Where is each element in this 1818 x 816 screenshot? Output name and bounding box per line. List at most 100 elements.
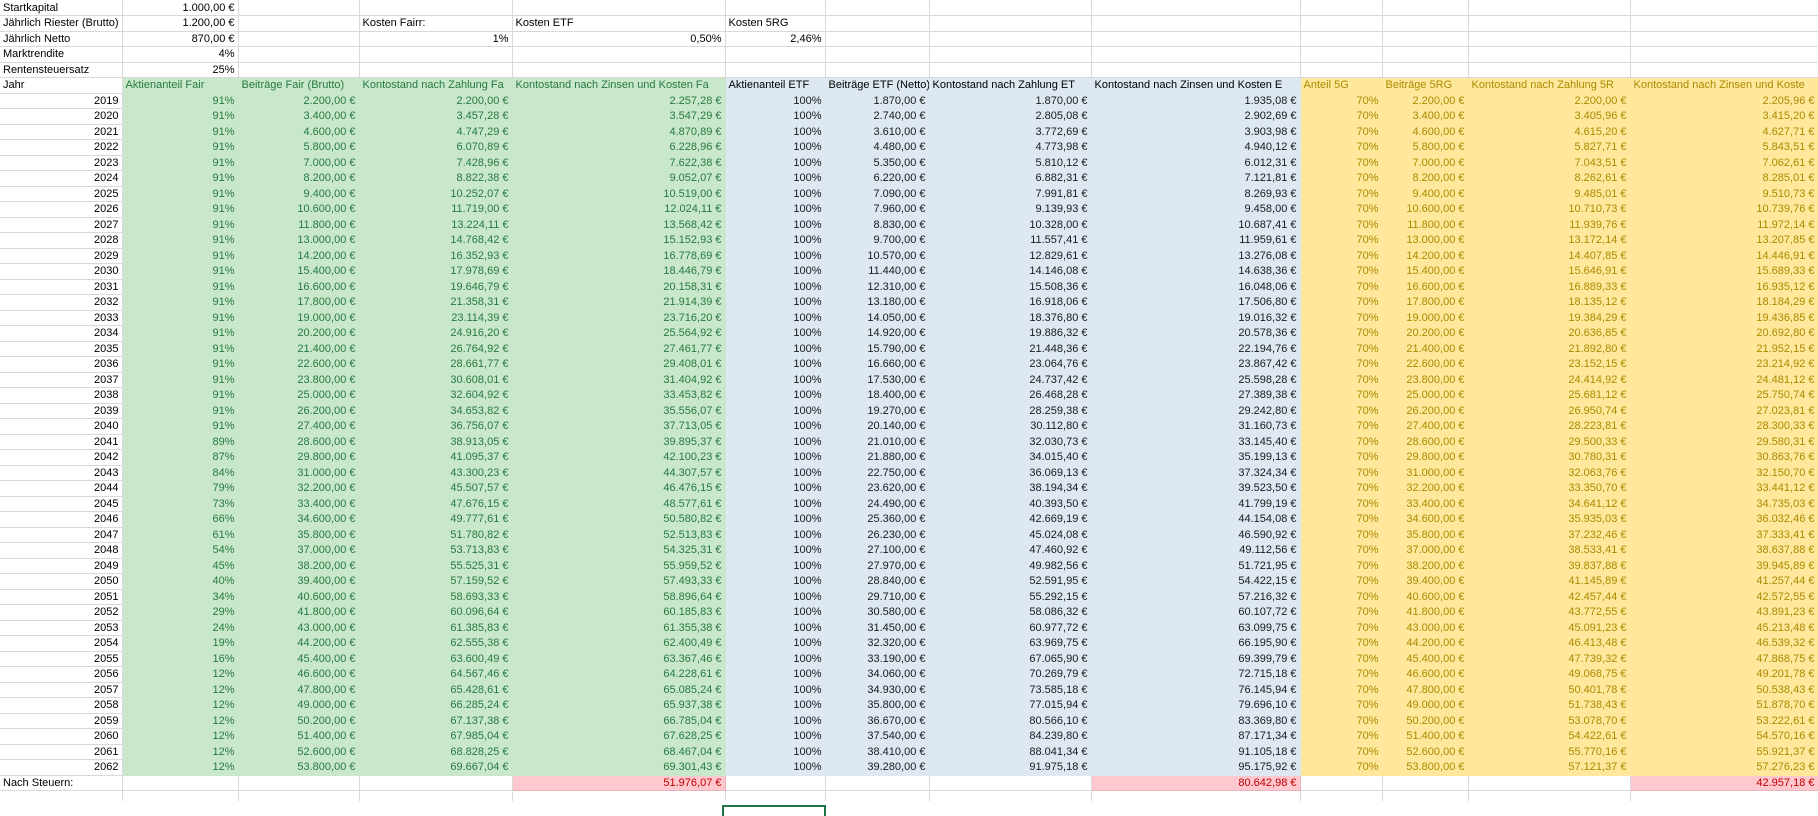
data-cell[interactable]: 29.500,33 € [1468,434,1630,450]
data-cell[interactable]: 11.800,00 € [238,217,359,233]
data-cell[interactable]: 62.555,38 € [359,636,512,652]
empty-cell[interactable] [725,0,825,16]
data-cell[interactable]: 70% [1300,667,1382,683]
data-cell[interactable]: 8.269,93 € [1091,186,1300,202]
year-cell[interactable]: 2021 [0,124,122,140]
setting-label[interactable]: Marktrendite [0,47,122,63]
data-cell[interactable]: 28.223,81 € [1468,419,1630,435]
data-cell[interactable]: 47.800,00 € [1382,682,1468,698]
data-cell[interactable]: 41.145,89 € [1468,574,1630,590]
data-cell[interactable]: 91% [122,217,238,233]
data-cell[interactable]: 8.262,61 € [1468,171,1630,187]
data-cell[interactable]: 11.440,00 € [825,264,929,280]
data-cell[interactable]: 6.012,31 € [1091,155,1300,171]
data-cell[interactable]: 91% [122,248,238,264]
year-cell[interactable]: 2025 [0,186,122,202]
empty-cell[interactable] [1630,47,1818,63]
data-cell[interactable]: 24.414,92 € [1468,372,1630,388]
data-cell[interactable]: 24.916,20 € [359,326,512,342]
empty-cell[interactable] [238,0,359,16]
data-cell[interactable]: 49.777,61 € [359,512,512,528]
data-cell[interactable]: 19.016,32 € [1091,310,1300,326]
data-cell[interactable]: 67.628,25 € [512,729,725,745]
data-cell[interactable]: 26.764,92 € [359,341,512,357]
empty-cell[interactable] [929,31,1091,47]
data-cell[interactable]: 91% [122,155,238,171]
data-cell[interactable]: 91% [122,202,238,218]
data-cell[interactable]: 91% [122,186,238,202]
data-cell[interactable]: 63.099,75 € [1091,620,1300,636]
data-cell[interactable]: 33.190,00 € [825,651,929,667]
data-cell[interactable]: 20.636,85 € [1468,326,1630,342]
data-cell[interactable]: 27.023,81 € [1630,403,1818,419]
data-cell[interactable]: 44.200,00 € [1382,636,1468,652]
data-cell[interactable]: 91% [122,310,238,326]
data-cell[interactable]: 70% [1300,636,1382,652]
data-cell[interactable]: 100% [725,543,825,559]
data-cell[interactable]: 17.978,69 € [359,264,512,280]
data-cell[interactable]: 70% [1300,264,1382,280]
header-rg-3[interactable]: Kontostand nach Zinsen und Koste [1630,78,1818,94]
empty-cell[interactable] [1468,16,1630,32]
data-cell[interactable]: 70% [1300,217,1382,233]
data-cell[interactable]: 55.770,16 € [1468,744,1630,760]
data-cell[interactable]: 70% [1300,171,1382,187]
data-cell[interactable]: 40.393,50 € [929,496,1091,512]
data-cell[interactable]: 5.827,71 € [1468,140,1630,156]
data-cell[interactable]: 23.800,00 € [238,372,359,388]
data-cell[interactable]: 43.000,00 € [238,620,359,636]
data-cell[interactable]: 12.024,11 € [512,202,725,218]
data-cell[interactable]: 52.600,00 € [1382,744,1468,760]
year-cell[interactable]: 2055 [0,651,122,667]
empty-cell[interactable] [1382,47,1468,63]
data-cell[interactable]: 70% [1300,698,1382,714]
data-cell[interactable]: 70% [1300,357,1382,373]
data-cell[interactable]: 70% [1300,93,1382,109]
data-cell[interactable]: 54.422,15 € [1091,574,1300,590]
data-cell[interactable]: 45% [122,558,238,574]
data-cell[interactable]: 100% [725,217,825,233]
data-cell[interactable]: 31.000,00 € [238,465,359,481]
data-cell[interactable]: 31.160,73 € [1091,419,1300,435]
data-cell[interactable]: 2.200,00 € [238,93,359,109]
data-cell[interactable]: 100% [725,93,825,109]
data-cell[interactable]: 16.935,12 € [1630,279,1818,295]
data-cell[interactable]: 5.843,51 € [1630,140,1818,156]
data-cell[interactable]: 6.220,00 € [825,171,929,187]
data-cell[interactable]: 4.870,89 € [512,124,725,140]
data-cell[interactable]: 51.878,70 € [1630,698,1818,714]
data-cell[interactable]: 8.200,00 € [1382,171,1468,187]
data-cell[interactable]: 58.693,33 € [359,589,512,605]
data-cell[interactable]: 43.891,23 € [1630,605,1818,621]
empty-cell[interactable] [825,62,929,78]
data-cell[interactable]: 32.150,70 € [1630,465,1818,481]
data-cell[interactable]: 2.200,00 € [359,93,512,109]
data-cell[interactable]: 47.676,15 € [359,496,512,512]
data-cell[interactable]: 21.880,00 € [825,450,929,466]
data-cell[interactable]: 79% [122,481,238,497]
data-cell[interactable]: 15.689,33 € [1630,264,1818,280]
data-cell[interactable]: 70% [1300,651,1382,667]
empty-cell[interactable] [725,47,825,63]
data-cell[interactable]: 41.799,19 € [1091,496,1300,512]
data-cell[interactable]: 11.972,14 € [1630,217,1818,233]
data-cell[interactable]: 14.200,00 € [1382,248,1468,264]
data-cell[interactable]: 70% [1300,574,1382,590]
data-cell[interactable]: 31.450,00 € [825,620,929,636]
footer-etf-result[interactable]: 80.642,98 € [1091,775,1300,791]
data-cell[interactable]: 100% [725,155,825,171]
data-cell[interactable]: 65.937,38 € [512,698,725,714]
year-cell[interactable]: 2051 [0,589,122,605]
data-cell[interactable]: 51.738,43 € [1468,698,1630,714]
year-cell[interactable]: 2034 [0,326,122,342]
data-cell[interactable]: 36.032,46 € [1630,512,1818,528]
data-cell[interactable]: 45.400,00 € [238,651,359,667]
data-cell[interactable]: 15.508,36 € [929,279,1091,295]
data-cell[interactable]: 29.408,01 € [512,357,725,373]
empty-cell[interactable] [359,62,512,78]
empty-cell[interactable] [1300,775,1382,791]
data-cell[interactable]: 46.476,15 € [512,481,725,497]
data-cell[interactable]: 48.577,61 € [512,496,725,512]
empty-cell[interactable] [929,791,1091,801]
data-cell[interactable]: 70% [1300,465,1382,481]
